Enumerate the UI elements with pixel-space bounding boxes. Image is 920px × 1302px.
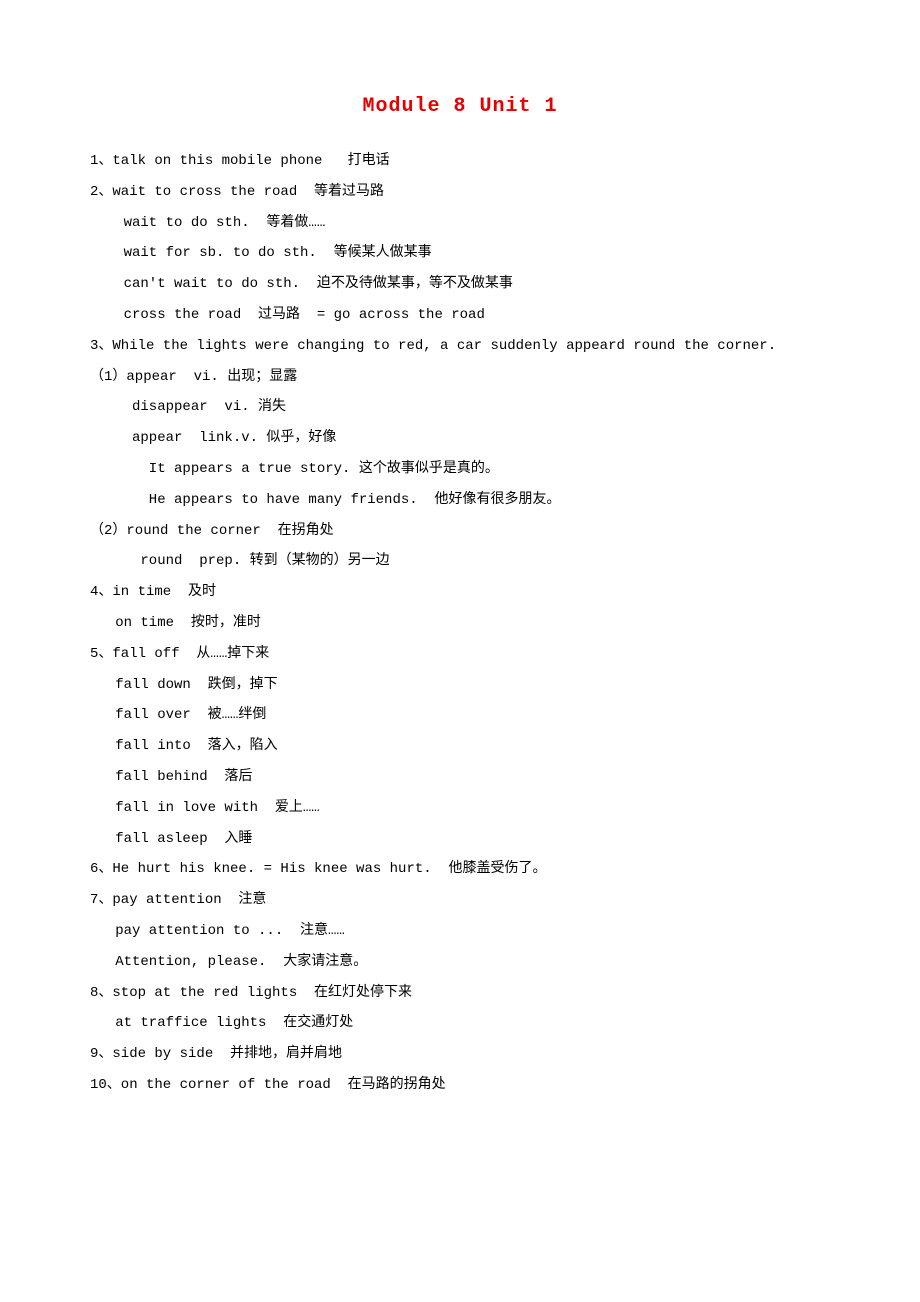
text-line: fall over 被……绊倒 [90, 700, 830, 731]
text-line: 10、on the corner of the road 在马路的拐角处 [90, 1070, 830, 1101]
text-line: appear link.v. 似乎，好像 [90, 423, 830, 454]
text-line: 8、stop at the red lights 在红灯处停下来 [90, 978, 830, 1009]
text-line: fall behind 落后 [90, 762, 830, 793]
text-line: He appears to have many friends. 他好像有很多朋… [90, 485, 830, 516]
text-line: pay attention to ... 注意…… [90, 916, 830, 947]
page-title: Module 8 Unit 1 [90, 95, 830, 118]
content-body: 1、talk on this mobile phone 打电话2、wait to… [90, 146, 830, 1101]
text-line: wait for sb. to do sth. 等候某人做某事 [90, 238, 830, 269]
text-line: disappear vi. 消失 [90, 392, 830, 423]
text-line: on time 按时，准时 [90, 608, 830, 639]
text-line: 5、fall off 从……掉下来 [90, 639, 830, 670]
text-line: cross the road 过马路 = go across the road [90, 300, 830, 331]
text-line: 2、wait to cross the road 等着过马路 [90, 177, 830, 208]
text-line: can't wait to do sth. 迫不及待做某事，等不及做某事 [90, 269, 830, 300]
text-line: It appears a true story. 这个故事似乎是真的。 [90, 454, 830, 485]
text-line: round prep. 转到（某物的）另一边 [90, 546, 830, 577]
text-line: 6、He hurt his knee. = His knee was hurt.… [90, 854, 830, 885]
text-line: fall asleep 入睡 [90, 824, 830, 855]
text-line: at traffice lights 在交通灯处 [90, 1008, 830, 1039]
text-line: 7、pay attention 注意 [90, 885, 830, 916]
text-line: fall down 跌倒，掉下 [90, 670, 830, 701]
text-line: fall into 落入，陷入 [90, 731, 830, 762]
document-page: Module 8 Unit 1 1、talk on this mobile ph… [0, 0, 920, 1161]
text-line: （2）round the corner 在拐角处 [90, 516, 830, 547]
text-line: Attention, please. 大家请注意。 [90, 947, 830, 978]
text-line: wait to do sth. 等着做…… [90, 208, 830, 239]
text-line: （1）appear vi. 出现；显露 [90, 362, 830, 393]
text-line: 1、talk on this mobile phone 打电话 [90, 146, 830, 177]
text-line: 9、side by side 并排地，肩并肩地 [90, 1039, 830, 1070]
text-line: 4、in time 及时 [90, 577, 830, 608]
text-line: 3、While the lights were changing to red,… [90, 331, 830, 362]
text-line: fall in love with 爱上…… [90, 793, 830, 824]
